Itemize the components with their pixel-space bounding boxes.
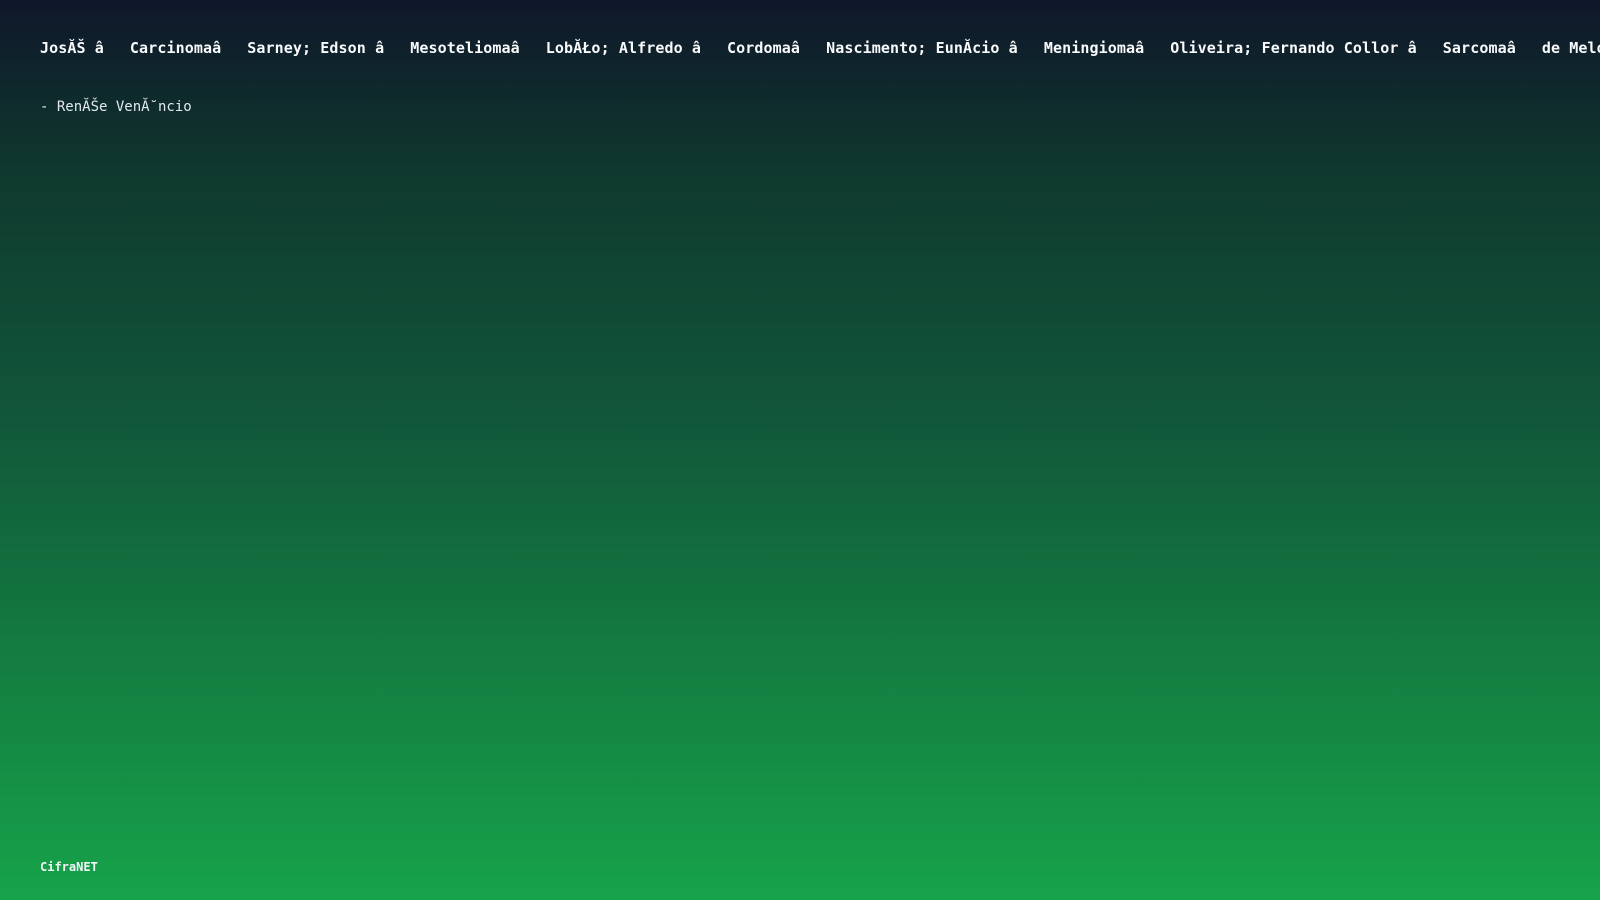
marquee-item: Sarney; Edson â (247, 39, 385, 57)
marquee-item: Mesoteliomaâ (410, 39, 520, 57)
marquee-item: Nascimento; EunĂ­cio â (826, 39, 1018, 57)
marquee-item: Oliveira; Fernando Collor â (1170, 39, 1417, 57)
author-attribution: - RenĂŠe VenĂ˘ncio (40, 99, 192, 115)
brand-logo-text[interactable]: CifraNET (40, 859, 98, 875)
marquee-item: JosĂŠ â (40, 39, 104, 57)
marquee-item: LobĂŁo; Alfredo â (545, 39, 702, 57)
marquee-item: Meningiomaâ (1043, 39, 1145, 57)
marquee-item: Sarcomaâ (1442, 39, 1516, 57)
scrolling-text-line: JosĂŠ â Carcinomaâ Sarney; Edson â Mesoteli… (40, 38, 1600, 58)
marquee-item: Cordomaâ (727, 39, 801, 57)
marquee-item: Carcinomaâ (129, 39, 222, 57)
marquee-item: de Melo; Gil (1541, 39, 1600, 57)
